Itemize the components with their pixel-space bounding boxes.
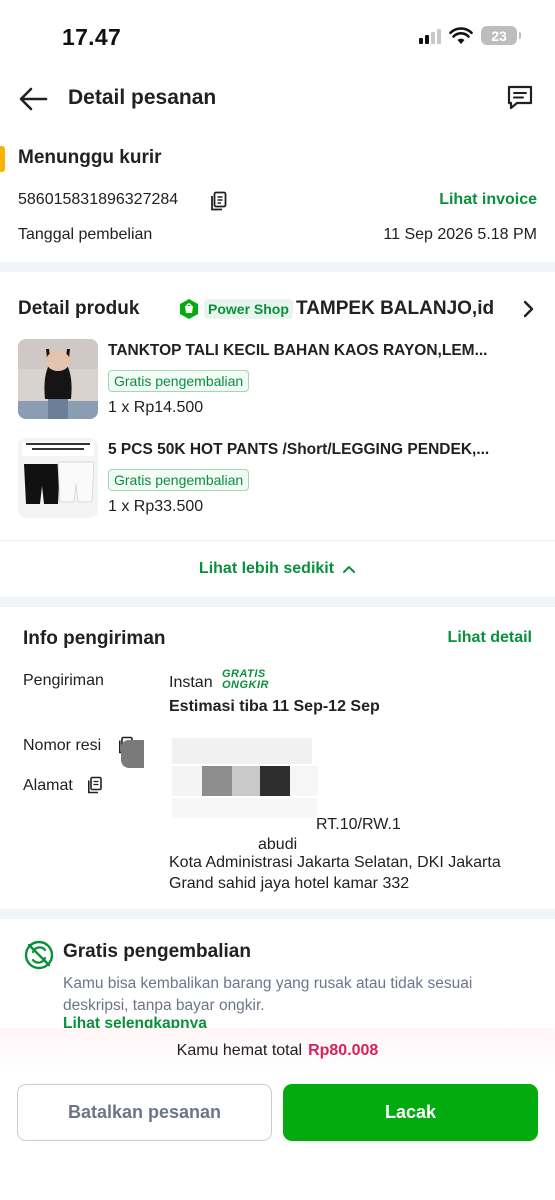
- see-less-button[interactable]: Lihat lebih sedikit: [0, 540, 555, 596]
- copy-icon[interactable]: [87, 776, 103, 794]
- address-line: Grand sahid jaya hotel kamar 332: [169, 875, 410, 892]
- shipping-method-value: Instan: [169, 674, 213, 691]
- app-header: Detail pesanan: [0, 74, 555, 124]
- status-time: 17.47: [62, 24, 122, 50]
- back-arrow-icon[interactable]: [16, 82, 50, 116]
- address-line: RT.10/RW.1: [316, 816, 401, 833]
- free-shipping-logo-line2: ONGKIR: [222, 679, 269, 691]
- section-divider: [0, 909, 555, 919]
- order-status: Menunggu kurir: [18, 147, 162, 168]
- product-price: 1 x Rp33.500: [108, 498, 204, 515]
- free-return-section: Gratis pengembalian Kamu bisa kembalikan…: [0, 920, 555, 1032]
- product-price: 1 x Rp14.500: [108, 399, 204, 416]
- product-item[interactable]: 5 PCS 50K HOT PANTS /Short/LEGGING PENDE…: [18, 438, 538, 520]
- order-number: 586015831896327284: [18, 191, 179, 208]
- power-shop-badge: Power Shop: [178, 296, 293, 322]
- savings-label: Kamu hemat total: [176, 1042, 303, 1059]
- power-shop-label: Power Shop: [204, 299, 293, 319]
- view-invoice-link[interactable]: Lihat invoice: [439, 191, 537, 209]
- chat-icon[interactable]: [505, 82, 535, 112]
- see-less-label: Lihat lebih sedikit: [198, 559, 335, 577]
- redacted-tracking-number: [121, 740, 144, 768]
- free-return-badge: Gratis pengembalian: [108, 370, 250, 392]
- free-return-badge: Gratis pengembalian: [108, 469, 250, 491]
- view-shipping-detail-link[interactable]: Lihat detail: [448, 629, 532, 647]
- shop-name-link[interactable]: TAMPEK BALANJO,id: [296, 298, 494, 320]
- free-return-title: Gratis pengembalian: [63, 941, 251, 962]
- copy-icon[interactable]: [210, 191, 228, 211]
- shipping-info-section: Info pengiriman Lihat detail Pengiriman …: [0, 608, 555, 908]
- savings-banner: Kamu hemat total Rp80.008: [0, 1028, 555, 1074]
- tracking-number-label: Nomor resi: [23, 737, 102, 754]
- estimated-arrival: Estimasi tiba 11 Sep-12 Sep: [169, 698, 380, 715]
- shipping-info-title: Info pengiriman: [23, 628, 166, 649]
- free-shipping-logo: GRATIS ONGKIR: [222, 669, 269, 691]
- status-bar: 17.47 23: [0, 0, 555, 74]
- cellular-signal-icon: [419, 28, 441, 44]
- product-name: 5 PCS 50K HOT PANTS /Short/LEGGING PENDE…: [108, 441, 490, 458]
- product-detail-header: Detail produk Power Shop TAMPEK BALANJO,…: [18, 296, 538, 324]
- power-shop-icon: [180, 299, 198, 319]
- status-accent-bar: [0, 146, 5, 172]
- free-return-description: Kamu bisa kembalikan barang yang rusak a…: [63, 975, 473, 1014]
- savings-amount: Rp80.008: [308, 1042, 379, 1059]
- page-title: Detail pesanan: [68, 86, 217, 109]
- battery-icon: 23: [481, 26, 521, 45]
- status-indicators: 23: [419, 26, 521, 45]
- product-image-tanktop: [18, 339, 98, 419]
- cancel-order-button[interactable]: Batalkan pesanan: [17, 1084, 272, 1141]
- section-divider: [0, 262, 555, 272]
- address-label: Alamat: [23, 777, 73, 794]
- product-item[interactable]: TANKTOP TALI KECIL BAHAN KAOS RAYON,LEM.…: [18, 339, 538, 421]
- purchase-date-value: 11 Sep 2026 5.18 PM: [383, 226, 537, 243]
- product-image-hot-pants: [18, 438, 98, 518]
- address-line: Kota Administrasi Jakarta Selatan, DKI J…: [169, 854, 501, 871]
- section-divider: [0, 597, 555, 607]
- address-line: abudi: [258, 836, 298, 853]
- free-return-icon: [24, 940, 54, 970]
- product-detail-title: Detail produk: [18, 298, 140, 319]
- wifi-icon: [449, 26, 473, 44]
- chevron-right-icon[interactable]: [518, 298, 538, 320]
- order-status-section: Menunggu kurir 586015831896327284 Lihat …: [0, 140, 555, 262]
- purchase-date-label: Tanggal pembelian: [18, 226, 153, 243]
- shipping-method-label: Pengiriman: [23, 672, 104, 689]
- chevron-up-icon: [343, 565, 356, 573]
- track-order-button[interactable]: Lacak: [283, 1084, 538, 1141]
- product-name: TANKTOP TALI KECIL BAHAN KAOS RAYON,LEM.…: [108, 342, 488, 359]
- bottom-action-bar: Batalkan pesanan Lacak: [0, 1074, 555, 1200]
